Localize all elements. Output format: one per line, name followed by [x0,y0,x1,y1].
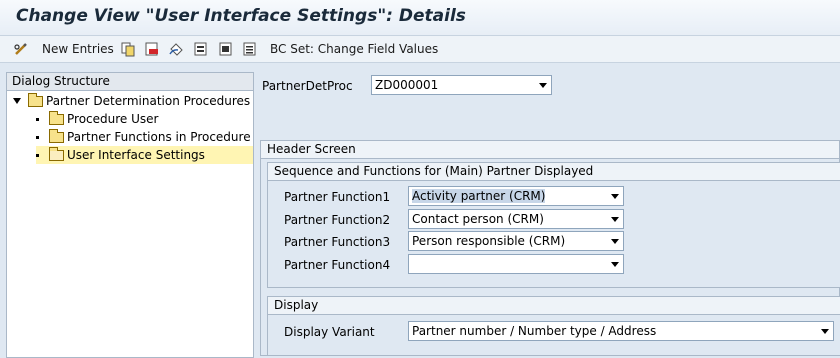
tree-item-partner-determination-procedures[interactable]: Partner Determination Procedures [13,92,251,110]
partner-function2-value: Contact person (CRM) [412,212,544,226]
select-block-icon [219,42,232,56]
bullet-icon [36,135,39,139]
chevron-down-icon[interactable] [607,187,623,205]
undo-icon [169,43,183,56]
partner-function1-value: Activity partner (CRM) [412,189,546,203]
expand-triangle-icon[interactable] [13,98,21,104]
partner-function3-label: Partner Function3 [284,235,391,249]
display-variant-label: Display Variant [284,325,375,339]
display-variant-field[interactable]: Partner number / Number type / Address [408,321,834,341]
tree-item-label: Partner Functions in Procedure [67,130,251,144]
open-folder-icon [49,146,64,161]
undo-button[interactable] [168,39,184,59]
partner-det-proc-field[interactable]: ZD000001 [371,75,552,95]
dialog-structure-panel: Dialog Structure Partner Determination P… [6,72,254,358]
header-screen-title: Header Screen [261,141,839,159]
chevron-down-icon[interactable] [535,76,551,94]
glasses-pencil-icon [14,43,27,55]
folder-icon [49,128,64,143]
title-bar: Change View "User Interface Settings": D… [0,0,840,36]
display-title: Display [268,297,840,315]
partner-det-proc-value: ZD000001 [375,78,439,92]
partner-function4-field[interactable] [408,254,624,274]
delete-button[interactable] [144,39,160,59]
tree-item-label: User Interface Settings [67,148,205,162]
partner-det-proc-label: PartnerDetProc [262,79,353,93]
chevron-down-icon[interactable] [607,255,623,273]
folder-icon [28,92,43,107]
copy-icon [121,42,135,57]
partner-function1-label: Partner Function1 [284,190,391,204]
new-entries-label: New Entries [42,42,114,56]
partner-function2-label: Partner Function2 [284,213,391,227]
new-entries-button[interactable]: New Entries [42,39,114,59]
main-area: Dialog Structure Partner Determination P… [0,63,840,358]
copy-button[interactable] [120,39,136,59]
application-toolbar: New Entries BC Set: Change Field Values [0,36,840,63]
deselect-icon [243,42,256,56]
select-all-icon [194,42,207,56]
deselect-all-button[interactable] [242,39,258,59]
bc-set-change-field-values-button[interactable]: BC Set: Change Field Values [270,39,438,59]
sequence-functions-group: Sequence and Functions for (Main) Partne… [267,162,840,288]
tree-item-partner-functions-in-procedure[interactable]: Partner Functions in Procedure [36,128,251,146]
tree-item-user-interface-settings[interactable]: User Interface Settings [36,146,253,164]
select-all-button[interactable] [193,39,209,59]
folder-icon [49,110,64,125]
bullet-icon [36,117,39,121]
sequence-functions-title: Sequence and Functions for (Main) Partne… [268,163,840,181]
header-screen-group: Header Screen Sequence and Functions for… [260,140,840,356]
chevron-down-icon[interactable] [607,232,623,250]
partner-function4-label: Partner Function4 [284,258,391,272]
display-variant-value: Partner number / Number type / Address [412,324,657,338]
chevron-down-icon[interactable] [817,322,833,340]
dialog-structure-header: Dialog Structure [7,73,253,91]
partner-function3-value: Person responsible (CRM) [412,234,566,248]
tree-item-label: Partner Determination Procedures [46,94,251,108]
partner-function3-field[interactable]: Person responsible (CRM) [408,231,624,251]
display-change-button[interactable] [13,39,29,59]
partner-function1-field[interactable]: Activity partner (CRM) [408,186,624,206]
bc-set-label: BC Set: Change Field Values [270,42,439,56]
partner-function2-field[interactable]: Contact person (CRM) [408,209,624,229]
display-group: Display Display Variant Partner number /… [267,296,840,356]
bullet-icon [36,153,39,157]
delete-icon [145,42,158,56]
page-title: Change View "User Interface Settings": D… [16,6,466,26]
tree-item-procedure-user[interactable]: Procedure User [36,110,251,128]
tree-item-label: Procedure User [67,112,159,126]
chevron-down-icon[interactable] [607,210,623,228]
select-block-button[interactable] [218,39,234,59]
